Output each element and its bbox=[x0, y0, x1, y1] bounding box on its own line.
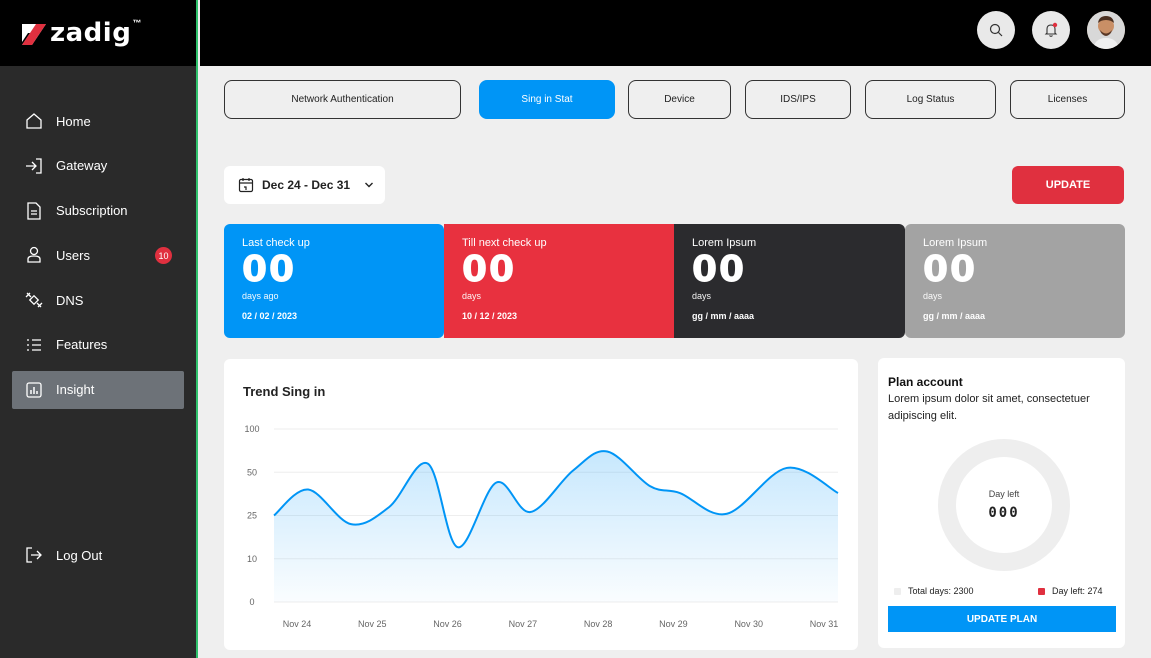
update-plan-button[interactable]: UPDATE PLAN bbox=[888, 606, 1116, 632]
stat-card-lorem-2: Lorem Ipsum 00 days gg / mm / aaaa bbox=[905, 224, 1125, 338]
plan-description: Lorem ipsum dolor sit amet, consectetuer… bbox=[888, 393, 1090, 422]
stat-label: Lorem Ipsum bbox=[923, 237, 988, 249]
stat-unit: days bbox=[692, 291, 712, 301]
stat-label: Last check up bbox=[242, 237, 310, 249]
sidebar-item-users[interactable]: Users 10 bbox=[12, 236, 184, 274]
user-avatar-icon bbox=[1087, 11, 1125, 49]
gateway-icon bbox=[24, 156, 44, 176]
sidebar-item-label: Subscription bbox=[56, 203, 128, 219]
y-tick-label: 25 bbox=[247, 511, 257, 521]
x-tick-label: Nov 24 bbox=[283, 619, 312, 629]
trend-chart-panel: Trend Sing in 100 50 25 10 0 Nov 24 Nov 25 Nov … bbox=[224, 359, 858, 650]
x-tick-label: Nov 29 bbox=[659, 619, 688, 629]
stat-value: 00 bbox=[692, 249, 747, 290]
y-tick-label: 10 bbox=[247, 554, 257, 564]
stat-card-next-check: Till next check up 00 days 10 / 12 / 202… bbox=[444, 224, 674, 338]
tab-network-authentication[interactable]: Network Authentication bbox=[224, 80, 461, 119]
stat-value: 00 bbox=[462, 249, 517, 290]
sidebar-item-label: DNS bbox=[56, 292, 84, 308]
topbar bbox=[200, 0, 1151, 66]
satellite-icon bbox=[24, 290, 44, 310]
tab-ids-ips[interactable]: IDS/IPS bbox=[745, 80, 851, 119]
bell-icon bbox=[1044, 22, 1058, 37]
stat-date: gg / mm / aaaa bbox=[692, 311, 755, 321]
sidebar-nav: Home Gateway Subscription Users 10 DNS F… bbox=[12, 102, 184, 416]
legend-swatch bbox=[1038, 587, 1045, 595]
stat-label: Lorem Ipsum bbox=[692, 237, 757, 249]
date-range-label: Dec 24 - Dec 31 bbox=[262, 178, 351, 192]
calendar-icon bbox=[238, 178, 254, 193]
date-range-picker[interactable]: Dec 24 - Dec 31 bbox=[224, 166, 385, 204]
sidebar-item-insight[interactable]: Insight bbox=[12, 370, 184, 409]
x-tick-label: Nov 27 bbox=[509, 619, 538, 629]
y-tick-label: 0 bbox=[249, 597, 254, 607]
sidebar-item-gateway[interactable]: Gateway bbox=[12, 147, 184, 185]
legend-total-days: Total days: 2300 bbox=[894, 586, 974, 596]
logo-mark-icon bbox=[22, 24, 46, 45]
brand-name: zadig bbox=[50, 18, 132, 48]
stat-card-lorem-1: Lorem Ipsum 00 days gg / mm / aaaa bbox=[674, 224, 905, 338]
stat-value: 00 bbox=[242, 249, 297, 290]
user-icon bbox=[24, 245, 44, 265]
tab-sing-in-stat[interactable]: Sing in Stat bbox=[479, 80, 615, 119]
brand-tm: ™ bbox=[132, 18, 142, 28]
notifications-button[interactable] bbox=[1032, 11, 1070, 49]
sidebar-item-label: Users bbox=[56, 247, 90, 263]
stat-label: Till next check up bbox=[462, 237, 547, 249]
stat-unit: days ago bbox=[242, 291, 279, 301]
search-icon bbox=[989, 23, 1003, 37]
legend-day-left-label: Day left: 274 bbox=[1052, 586, 1103, 596]
avatar[interactable] bbox=[1087, 11, 1125, 49]
legend-swatch bbox=[894, 587, 901, 595]
x-tick-label: Nov 31 bbox=[810, 619, 839, 629]
users-count-badge: 10 bbox=[155, 247, 172, 265]
x-tick-label: Nov 26 bbox=[433, 619, 462, 629]
stat-unit: days bbox=[923, 291, 943, 301]
day-left-donut: Day left 000 bbox=[938, 439, 1070, 571]
tab-device[interactable]: Device bbox=[628, 80, 731, 119]
sidebar-item-label: Home bbox=[56, 113, 91, 129]
logout-icon bbox=[24, 545, 44, 565]
plan-account-panel: Plan account Lorem ipsum dolor sit amet,… bbox=[878, 358, 1125, 648]
logo[interactable]: zadig ™ bbox=[0, 0, 196, 66]
stat-date: 10 / 12 / 2023 bbox=[462, 311, 518, 321]
list-icon bbox=[24, 335, 44, 355]
legend-total-days-label: Total days: 2300 bbox=[908, 586, 974, 596]
trend-chart: 1005025100Nov 24 Nov 25 Nov 26 Nov 27 Nov 28… bbox=[244, 424, 839, 629]
stat-value: 00 bbox=[923, 249, 978, 290]
stat-unit: days bbox=[462, 291, 482, 301]
sidebar-item-label: Insight bbox=[56, 382, 95, 398]
update-button[interactable]: UPDATE bbox=[1012, 166, 1124, 204]
stat-card-last-check: Last check up 00 days ago 02 / 02 / 2023 bbox=[224, 224, 444, 338]
logout-label: Log Out bbox=[56, 547, 103, 563]
plan-title: Plan account bbox=[888, 375, 963, 389]
series-area-fill bbox=[274, 451, 838, 602]
sidebar: zadig ™ Home Gateway Subscription Users … bbox=[0, 0, 198, 658]
y-tick-label: 50 bbox=[247, 467, 257, 477]
chart-icon bbox=[24, 380, 44, 400]
x-tick-label: Nov 25 bbox=[358, 619, 387, 629]
home-icon bbox=[24, 111, 44, 131]
x-tick-label: Nov 30 bbox=[734, 619, 763, 629]
x-tick-label: Nov 28 bbox=[584, 619, 613, 629]
stat-date: 02 / 02 / 2023 bbox=[242, 311, 298, 321]
day-left-value: 000 bbox=[988, 505, 1020, 521]
sidebar-item-home[interactable]: Home bbox=[12, 102, 184, 140]
tab-log-status[interactable]: Log Status bbox=[865, 80, 996, 119]
sidebar-item-label: Features bbox=[56, 337, 108, 353]
tab-licenses[interactable]: Licenses bbox=[1010, 80, 1125, 119]
y-tick-label: 100 bbox=[244, 424, 259, 434]
sidebar-item-subscription[interactable]: Subscription bbox=[12, 192, 184, 230]
logout-button[interactable]: Log Out bbox=[24, 545, 102, 565]
search-button[interactable] bbox=[977, 11, 1015, 49]
subscription-icon bbox=[24, 201, 44, 221]
chevron-down-icon bbox=[365, 182, 374, 188]
sidebar-item-dns[interactable]: DNS bbox=[12, 281, 184, 319]
day-left-label: Day left bbox=[988, 489, 1020, 499]
legend-day-left: Day left: 274 bbox=[1038, 586, 1103, 596]
stat-date: gg / mm / aaaa bbox=[923, 311, 986, 321]
sidebar-item-features[interactable]: Features bbox=[12, 326, 184, 364]
sidebar-item-label: Gateway bbox=[56, 158, 108, 174]
